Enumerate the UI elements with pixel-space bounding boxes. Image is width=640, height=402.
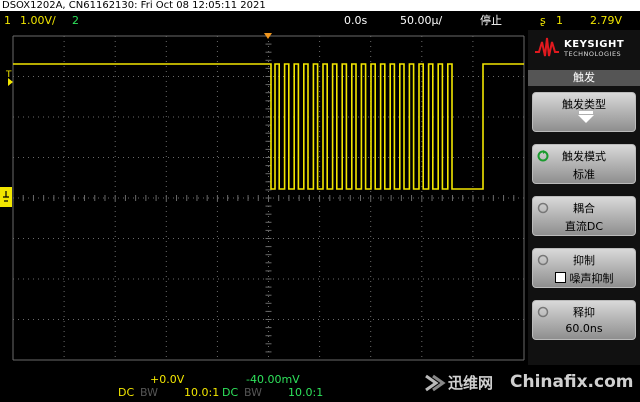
trigger-level[interactable]: 2.79V <box>590 11 622 30</box>
ch2-index[interactable]: 2 <box>72 11 79 30</box>
ch2-coupling: DC <box>222 386 239 399</box>
softkey-coupling[interactable]: 耦合 直流DC <box>532 196 636 236</box>
softkey-label: 释抑 <box>573 306 595 319</box>
arrow-down-icon <box>579 111 593 114</box>
softkey-label: 耦合 <box>573 202 595 215</box>
softkey-label: 触发类型 <box>562 98 606 111</box>
softkey-value: 60.0ns <box>565 322 603 335</box>
chevron-down-icon <box>578 115 594 123</box>
noise-reject-option[interactable]: 噪声抑制 <box>533 270 635 286</box>
softkey-holdoff[interactable]: 释抑 60.0ns <box>532 300 636 340</box>
ch2-offset[interactable]: -40.00mV <box>246 373 300 386</box>
horizontal-timebase[interactable]: 50.00µ/ <box>400 11 442 30</box>
watermark-logo-icon <box>425 374 446 392</box>
softkey-reject[interactable]: 抑制 噪声抑制 <box>532 248 636 288</box>
watermark-site-en: Chinafix.com <box>510 372 634 392</box>
run-state[interactable]: 停止 <box>480 11 502 30</box>
ch1-bw-limit: BW <box>140 386 159 399</box>
status-bar: 1 1.00V/ 2 0.0s 50.00µ/ 停止 ʂ 1 2.79V <box>0 11 640 30</box>
softkey-label: 抑制 <box>573 254 595 267</box>
keysight-logo: KEYSIGHT TECHNOLOGIES <box>534 36 634 60</box>
ch1-index[interactable]: 1 <box>4 11 11 30</box>
horizontal-delay[interactable]: 0.0s <box>344 11 367 30</box>
ch2-probe: 10.0:1 <box>288 386 324 399</box>
trigger-source[interactable]: 1 <box>556 11 563 30</box>
ch1-coupling: DC <box>118 386 135 399</box>
softkey-value: 直流DC <box>564 220 604 233</box>
softkey-label: 触发模式 <box>562 150 606 163</box>
ch2-bw-limit: BW <box>244 386 263 399</box>
softkey-value: 标准 <box>573 168 595 181</box>
softkey-trigger-type[interactable]: 触发类型 <box>532 92 636 132</box>
waveform-graticule: T <box>0 33 525 361</box>
softkey-value: 噪声抑制 <box>569 272 614 285</box>
window-title: DSOX1202A, CN61162130: Fri Oct 08 12:05:… <box>0 0 640 11</box>
menu-title: 触发 <box>528 70 640 86</box>
softkey-panel: KEYSIGHT TECHNOLOGIES 触发 触发类型 触发模式 标准 耦合… <box>528 30 640 368</box>
ch1-probe: 10.0:1 <box>184 386 220 399</box>
brand-sub: TECHNOLOGIES <box>564 50 622 58</box>
keysight-wave-icon <box>535 37 559 57</box>
noise-reject-checkbox[interactable] <box>554 272 566 283</box>
ch1-offset[interactable]: +0.0V <box>150 373 184 386</box>
brand-name: KEYSIGHT <box>564 39 625 50</box>
trigger-slope-icon: ʂ <box>540 14 546 27</box>
ch1-scale[interactable]: 1.00V/ <box>20 11 56 30</box>
waveform-display[interactable]: T <box>0 30 528 365</box>
softkey-trigger-mode[interactable]: 触发模式 标准 <box>532 144 636 184</box>
